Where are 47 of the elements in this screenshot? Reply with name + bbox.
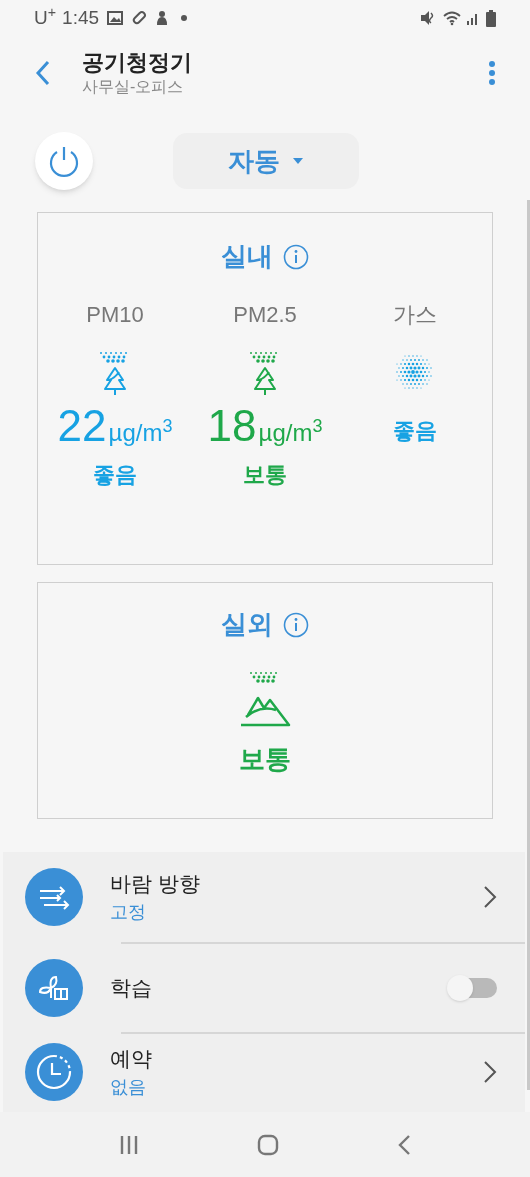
power-icon <box>47 144 81 178</box>
battery-icon <box>486 9 496 27</box>
back-nav-icon[interactable] <box>397 1133 411 1156</box>
clock-time: 1:45 <box>62 5 100 30</box>
info-icon[interactable] <box>283 243 309 270</box>
status-label: 보통 <box>239 743 291 776</box>
gallery-icon <box>107 11 124 25</box>
arrows-icon <box>25 868 83 926</box>
reading-value: 18 µg/m$^{3}$ <box>207 404 323 452</box>
info-icon[interactable] <box>283 611 309 638</box>
card-title: 실내 <box>221 240 273 273</box>
setting-value: 고정 <box>110 901 147 924</box>
figure-icon <box>155 10 170 26</box>
metric-label: 가스 <box>393 301 437 328</box>
status-label: 보통 <box>243 461 287 489</box>
chevron-right-icon <box>483 1060 497 1084</box>
card-title: 실외 <box>221 608 273 641</box>
metric-label: PM2.5 <box>233 301 297 328</box>
chevron-right-icon <box>483 885 497 909</box>
recent-apps-icon[interactable] <box>119 1134 139 1155</box>
setting-label: 바람 방향 <box>110 871 201 897</box>
setting-label: 예약 <box>110 1046 153 1072</box>
carrier-label: U$^{+}$ <box>34 3 57 30</box>
caret-icon <box>292 157 304 165</box>
metric-label: PM10 <box>86 301 144 328</box>
power-button[interactable] <box>35 132 93 190</box>
wifi-icon <box>442 10 462 26</box>
mute-icon <box>420 10 436 26</box>
signal-icon <box>466 11 480 25</box>
setting-row[interactable]: 학습 <box>3 944 525 1032</box>
setting-value: 없음 <box>110 1076 147 1099</box>
dot-icon <box>181 15 188 21</box>
page-subtitle: 사무실-오피스 <box>82 77 185 97</box>
pill-icon <box>131 10 148 26</box>
status-label: 좋음 <box>393 417 437 445</box>
setting-label: 학습 <box>110 975 153 1001</box>
status-label: 좋음 <box>93 461 137 489</box>
more-icon[interactable] <box>488 60 496 86</box>
clock-icon <box>25 1043 83 1101</box>
page-title: 공기청정기 <box>82 49 192 77</box>
setting-row[interactable]: 바람 방향 고정 <box>3 852 525 942</box>
back-icon[interactable] <box>34 60 52 86</box>
toggle-switch[interactable] <box>447 975 497 1001</box>
home-icon[interactable] <box>257 1133 279 1156</box>
pinwheel-icon <box>25 959 83 1017</box>
reading-value: 22 µg/m$^{3}$ <box>57 404 173 452</box>
setting-row[interactable]: 예약 없음 <box>3 1034 525 1110</box>
